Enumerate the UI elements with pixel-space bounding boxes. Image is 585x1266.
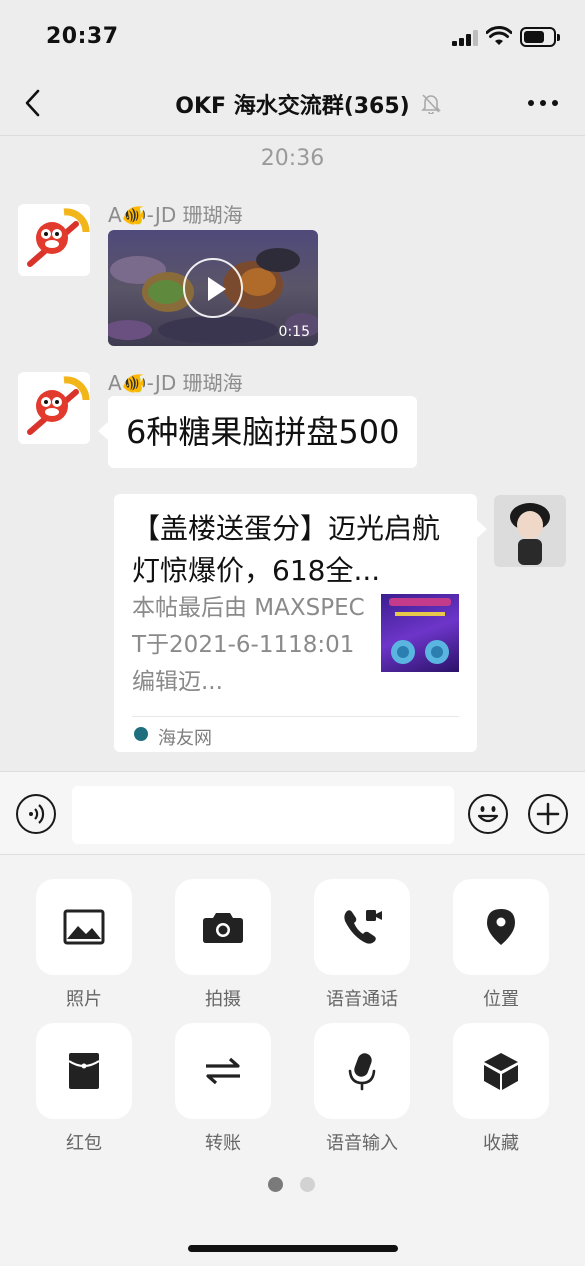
status-time: 20:37 [46,24,119,49]
tool-voice-input[interactable]: 语音输入 [314,1023,410,1155]
favorites-box-icon [484,1053,518,1090]
person-avatar-icon [494,495,566,567]
tool-label: 语音输入 [326,1133,398,1154]
monkey-avatar-icon [18,372,90,444]
page-indicator [268,1177,318,1193]
link-description: 本帖最后由 MAXSPECT于2021-6-1118:01编辑迈... [132,595,365,695]
tool-label: 照片 [66,989,102,1010]
input-bar [0,771,585,855]
tool-location[interactable]: 位置 [453,879,549,1011]
location-pin-icon [487,909,515,945]
sender-name: A🐠-JD 珊瑚海 [108,203,243,227]
image-icon [63,909,105,945]
avatar[interactable] [18,204,90,276]
monkey-avatar-icon [18,204,90,276]
camera-icon [203,913,243,943]
nav-bar: OKF 海水交流群(365) [0,70,585,136]
video-message[interactable]: 0:15 [108,230,318,346]
chat-title: OKF 海水交流群(365) [175,94,410,119]
chat-timestamp: 20:36 [260,146,325,171]
message-input[interactable] [72,786,454,844]
tool-transfer[interactable]: 转账 [175,1023,271,1155]
divider [132,716,459,717]
text-message-bubble[interactable]: 6种糖果脑拼盘500 [97,396,418,468]
wifi-icon [486,26,512,45]
sender-name: A🐠-JD 珊瑚海 [108,371,243,395]
more-icon[interactable] [528,100,558,108]
tool-label: 语音通话 [326,989,398,1010]
tool-label: 转账 [205,1133,241,1154]
link-card-message[interactable]: 【盖楼送蛋分】迈光启航灯惊爆价，618全... 本帖最后由 MAXSPECT于2… [114,494,487,752]
transfer-icon [206,1057,240,1085]
emoji-button[interactable] [468,794,508,834]
signal-icon [452,30,480,46]
more-functions-button[interactable] [528,794,568,834]
battery-icon [520,27,560,47]
smiley-icon [477,806,499,823]
status-bar: 20:37 [0,0,585,70]
home-indicator[interactable] [188,1245,398,1252]
tool-label: 拍摄 [205,989,241,1010]
microphone-icon [348,1053,376,1091]
link-thumbnail-image [381,594,459,672]
voice-input-button[interactable] [16,794,56,834]
link-title: 【盖楼送蛋分】迈光启航灯惊爆价，618全... [132,512,441,587]
page-dot[interactable] [300,1177,315,1192]
source-logo-icon [134,727,148,741]
avatar[interactable] [18,372,90,444]
page-dot-active[interactable] [268,1177,283,1192]
tool-red-packet[interactable]: 红包 [36,1023,132,1155]
link-source: 海友网 [158,728,212,749]
plus-icon [536,802,560,826]
tool-voice-call[interactable]: 语音通话 [314,879,410,1011]
tool-favorites[interactable]: 收藏 [453,1023,549,1155]
avatar[interactable] [494,495,566,567]
mute-bell-icon [421,94,441,114]
video-duration: 0:15 [278,324,310,340]
tool-label: 红包 [66,1133,102,1154]
tool-label: 收藏 [483,1133,519,1154]
tool-camera[interactable]: 拍摄 [175,879,271,1011]
red-packet-icon [68,1053,100,1089]
play-icon[interactable] [183,258,243,318]
phone-video-icon [344,910,382,944]
tool-photos[interactable]: 照片 [36,879,132,1011]
tool-label: 位置 [483,989,519,1010]
voice-wave-icon [29,804,45,824]
